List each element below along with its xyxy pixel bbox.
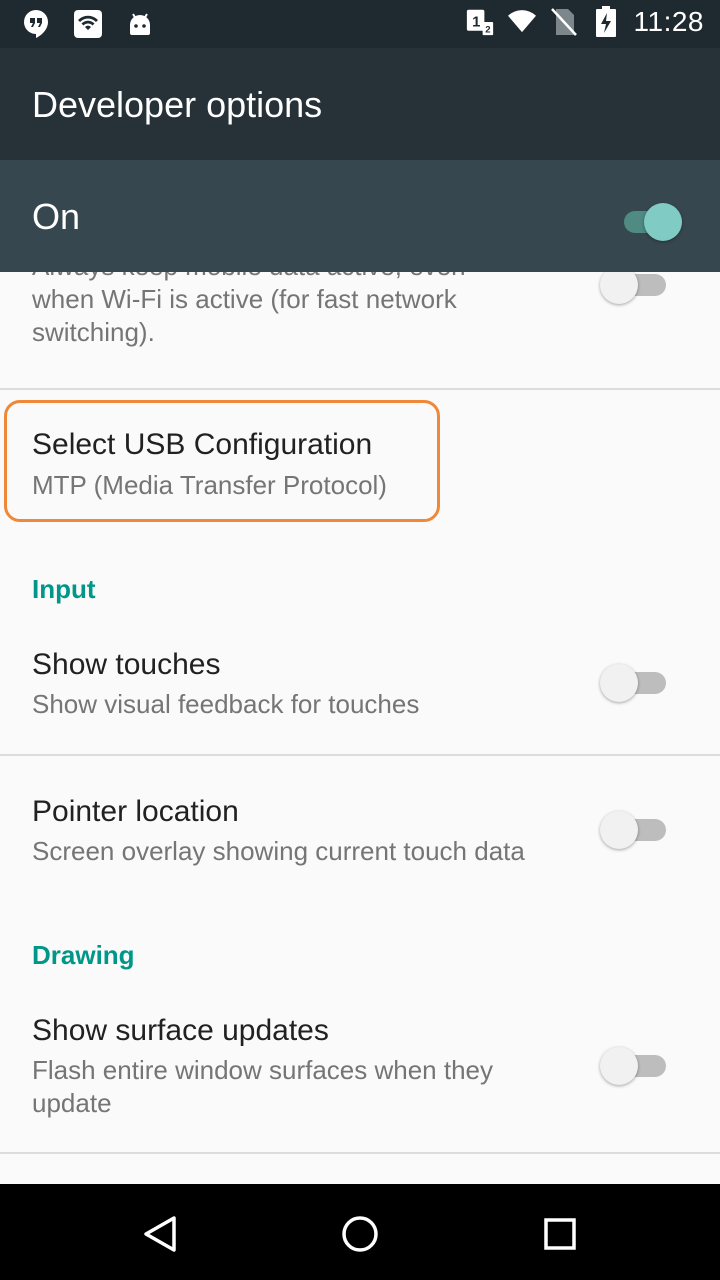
mobile-data-always-active-item[interactable]: Always keep mobile data active, even whe… (0, 272, 720, 388)
status-time: 11:28 (633, 6, 704, 37)
surface-updates-title: Show surface updates (32, 1014, 329, 1047)
master-switch[interactable] (616, 201, 684, 241)
no-sim-icon (550, 6, 578, 38)
surface-updates-summary: Flash entire window surfaces when they u… (32, 1055, 494, 1118)
android-icon (126, 8, 154, 40)
pointer-location-switch[interactable] (600, 809, 668, 849)
surface-updates-switch[interactable] (600, 1045, 668, 1085)
app-bar: Developer options (0, 48, 720, 160)
divider (0, 1152, 720, 1154)
home-button[interactable] (332, 1206, 388, 1262)
battery-charging-icon (592, 6, 620, 38)
master-switch-bar[interactable]: On (0, 160, 720, 272)
switch-thumb (600, 664, 638, 702)
master-switch-label: On (32, 196, 81, 237)
wifi-box-icon (74, 8, 102, 40)
mobile-data-summary: Always keep mobile data active, even whe… (32, 272, 466, 347)
navigation-bar (0, 1184, 720, 1280)
show-touches-switch[interactable] (600, 662, 668, 702)
settings-list[interactable]: Always keep mobile data active, even whe… (0, 272, 720, 1184)
switch-thumb (600, 272, 638, 304)
back-icon (144, 1216, 176, 1252)
svg-text:2: 2 (485, 25, 490, 36)
category-input: Input (32, 574, 96, 604)
status-bar: 12 11:28 (0, 0, 720, 48)
switch-thumb (644, 203, 682, 241)
category-drawing: Drawing (32, 940, 135, 970)
back-button[interactable] (132, 1206, 188, 1262)
show-touches-title: Show touches (32, 648, 221, 681)
home-icon (342, 1216, 378, 1252)
switch-thumb (600, 811, 638, 849)
recents-button[interactable] (532, 1206, 588, 1262)
mobile-data-switch[interactable] (600, 272, 668, 304)
wifi-signal-icon (507, 6, 536, 38)
switch-thumb (600, 1047, 638, 1085)
svg-text:1: 1 (472, 14, 480, 30)
show-touches-summary: Show visual feedback for touches (32, 689, 420, 719)
page-title: Developer options (32, 84, 323, 125)
pointer-location-title: Pointer location (32, 795, 239, 828)
pointer-location-summary: Screen overlay showing current touch dat… (32, 836, 525, 866)
hangouts-icon (22, 8, 50, 40)
recents-icon (544, 1218, 576, 1250)
sim-dual-icon: 12 (466, 6, 494, 38)
highlight-box (4, 400, 440, 522)
